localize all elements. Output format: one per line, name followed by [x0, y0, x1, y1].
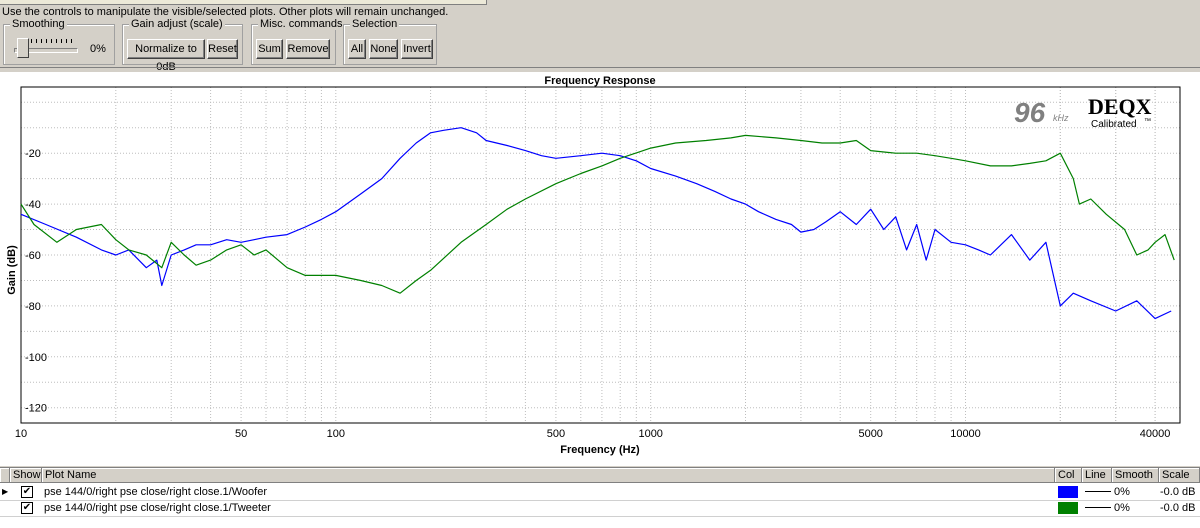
smooth-cell: 0% — [1114, 486, 1130, 498]
color-swatch[interactable] — [1058, 502, 1078, 514]
scale-cell: -0.0 dB — [1160, 502, 1196, 514]
line-style-icon[interactable] — [1085, 491, 1111, 492]
gain-adjust-group: Gain adjust (scale) Normalize to 0dB Res… — [122, 18, 243, 73]
plots-table: Show Plot Name Col Line Smooth Scale ▶ ✔… — [0, 467, 1200, 528]
misc-commands-group-label: Misc. commands — [258, 18, 345, 30]
table-row[interactable]: ✔ pse 144/0/right pse close/right close.… — [0, 500, 1200, 517]
y-tick-label: -20 — [25, 148, 41, 160]
scale-cell: -0.0 dB — [1160, 486, 1196, 498]
col-header-scale[interactable]: Scale — [1159, 468, 1200, 483]
y-tick-label: -80 — [25, 301, 41, 313]
remove-button[interactable]: Remove — [286, 39, 330, 59]
sum-button[interactable]: Sum — [256, 39, 283, 59]
selection-group: Selection All None Invert — [343, 18, 437, 65]
y-axis-label: Gain (dB) — [6, 245, 18, 295]
col-header-marker — [0, 468, 10, 483]
x-axis-label: Frequency (Hz) — [560, 444, 640, 456]
x-tick-label: 50 — [235, 428, 247, 440]
x-tick-label: 40000 — [1140, 428, 1171, 440]
col-header-show[interactable]: Show — [10, 468, 42, 483]
x-tick-label: 10000 — [950, 428, 981, 440]
frequency-response-chart: Frequency Response Frequency (Hz) Gain (… — [0, 70, 1200, 466]
table-row[interactable]: ▶ ✔ pse 144/0/right pse close/right clos… — [0, 484, 1200, 501]
smoothing-group: Smoothing 0% — [3, 18, 115, 65]
col-header-line[interactable]: Line — [1082, 468, 1112, 483]
y-tick-label: -100 — [25, 352, 47, 364]
window-top-edge — [0, 0, 1200, 5]
color-swatch[interactable] — [1058, 486, 1078, 498]
smoothing-slider-thumb[interactable] — [17, 38, 29, 58]
y-tick-label: -40 — [25, 199, 41, 211]
reset-button[interactable]: Reset — [207, 39, 238, 59]
line-style-icon[interactable] — [1085, 507, 1111, 508]
x-tick-label: 1000 — [638, 428, 662, 440]
selection-group-label: Selection — [350, 18, 400, 30]
x-tick-label: 500 — [547, 428, 565, 440]
select-all-button[interactable]: All — [348, 39, 366, 59]
select-none-button[interactable]: None — [369, 39, 398, 59]
show-checkbox[interactable]: ✔ — [21, 486, 33, 498]
smoothing-value: 0% — [90, 43, 106, 55]
normalize-button[interactable]: Normalize to 0dB — [127, 39, 205, 73]
sample-rate-value: 96 — [1014, 97, 1046, 128]
deqx-trademark: ™ — [1144, 118, 1151, 125]
deqx-brand: DEQX — [1088, 94, 1152, 119]
gain-adjust-group-label: Gain adjust (scale) — [129, 18, 225, 30]
misc-commands-group: Misc. commands Sum Remove — [251, 18, 345, 65]
x-tick-label: 5000 — [858, 428, 882, 440]
smoothing-group-label: Smoothing — [10, 18, 67, 30]
chart-title: Frequency Response — [544, 75, 655, 87]
plot-name-cell: pse 144/0/right pse close/right close.1/… — [44, 502, 271, 514]
smooth-cell: 0% — [1114, 502, 1130, 514]
col-header-smooth[interactable]: Smooth — [1112, 468, 1159, 483]
show-checkbox[interactable]: ✔ — [21, 502, 33, 514]
chart-background — [0, 72, 1200, 466]
window-top-tab — [0, 0, 487, 5]
x-tick-label: 10 — [15, 428, 27, 440]
sample-rate-unit: kHz — [1053, 113, 1069, 123]
x-tick-label: 100 — [327, 428, 345, 440]
deqx-calibrated: Calibrated — [1091, 119, 1137, 130]
col-header-plot-name[interactable]: Plot Name — [42, 468, 1055, 483]
y-tick-label: -60 — [25, 250, 41, 262]
col-header-col[interactable]: Col — [1055, 468, 1082, 483]
y-tick-label: -120 — [25, 403, 47, 415]
plot-name-cell: pse 144/0/right pse close/right close.1/… — [44, 486, 267, 498]
smoothing-slider-ticks — [21, 39, 76, 43]
row-pointer-icon: ▶ — [2, 487, 9, 496]
invert-selection-button[interactable]: Invert — [401, 39, 433, 59]
instructions-text: Use the controls to manipulate the visib… — [2, 6, 449, 18]
